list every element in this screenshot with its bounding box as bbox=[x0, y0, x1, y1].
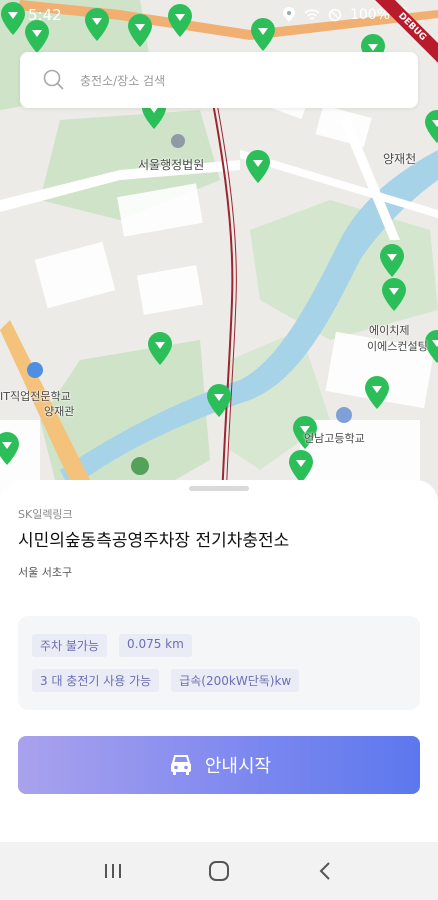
sheet-drag-handle[interactable] bbox=[189, 486, 249, 491]
map-label-high-school: 언남고등학교 bbox=[304, 432, 365, 445]
charger-speed-chip: 급속(200kW단독)kw bbox=[171, 669, 300, 692]
home-icon bbox=[209, 861, 229, 881]
station-info-card: 주차 불가능 0.075 km 3 대 충전기 사용 가능 급속(200kW단독… bbox=[18, 616, 420, 710]
search-bar[interactable]: 충전소/장소 검색 bbox=[20, 52, 418, 108]
map-label-school-line1: IT직업전문학교 bbox=[0, 390, 71, 403]
station-detail-sheet: SK일렉링크 시민의숲동측공영주차장 전기차충전소 서울 서초구 주차 불가능 … bbox=[0, 480, 438, 842]
location-icon bbox=[282, 7, 295, 22]
search-icon bbox=[43, 69, 64, 90]
car-icon bbox=[170, 755, 191, 775]
start-navigation-button[interactable]: 안내시작 bbox=[18, 736, 420, 794]
charger-marker[interactable] bbox=[0, 432, 20, 466]
search-placeholder: 충전소/장소 검색 bbox=[80, 73, 166, 88]
availability-chip: 3 대 충전기 사용 가능 bbox=[32, 669, 160, 692]
distance-chip: 0.075 km bbox=[119, 634, 192, 657]
recent-apps-icon bbox=[105, 864, 121, 878]
station-operator: SK일렉링크 bbox=[18, 508, 73, 521]
parking-chip: 주차 불가능 bbox=[32, 634, 108, 657]
start-navigation-label: 안내시작 bbox=[204, 756, 272, 777]
charger-marker[interactable] bbox=[364, 376, 390, 410]
home-button[interactable] bbox=[199, 851, 239, 891]
charger-marker[interactable] bbox=[381, 278, 407, 312]
map-label-consulting-line2: 이에스컨설팅 bbox=[367, 340, 428, 353]
status-time: 5:42 bbox=[28, 6, 62, 24]
charger-marker[interactable] bbox=[288, 450, 314, 484]
back-button[interactable] bbox=[305, 851, 345, 891]
charger-marker[interactable] bbox=[206, 384, 232, 418]
dnd-icon bbox=[328, 8, 342, 22]
recent-apps-button[interactable] bbox=[93, 851, 133, 891]
map-label-consulting-line1: 에이치제 bbox=[369, 324, 410, 337]
charger-marker[interactable] bbox=[424, 110, 438, 144]
charger-marker[interactable] bbox=[379, 244, 405, 278]
status-bar: 5:42 100% DEBUG bbox=[0, 0, 438, 68]
back-icon bbox=[319, 862, 330, 880]
map-label-school-line2: 양재관 bbox=[44, 405, 75, 418]
system-navigation-bar bbox=[0, 842, 438, 900]
station-name: 시민의숲동측공영주차장 전기차충전소 bbox=[18, 531, 290, 551]
wifi-icon bbox=[304, 9, 320, 20]
charger-marker[interactable] bbox=[147, 332, 173, 366]
charger-marker[interactable] bbox=[245, 150, 271, 184]
station-address: 서울 서초구 bbox=[18, 566, 73, 579]
map-label-yangjae-stream: 양재천 bbox=[383, 152, 417, 166]
map-label-court: 서울행정법원 bbox=[138, 158, 205, 172]
